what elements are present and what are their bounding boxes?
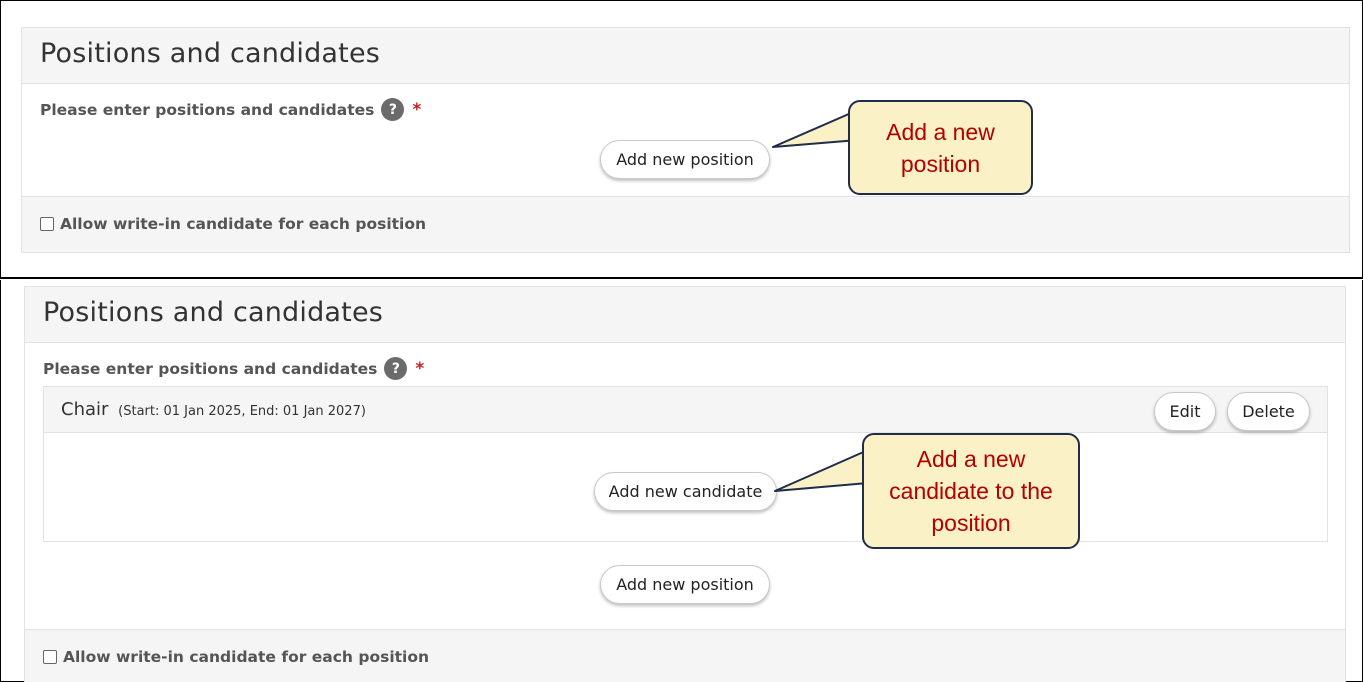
screenshot-with-position: Positions and candidates Please enter po… [0,280,1363,682]
position-card: Chair (Start: 01 Jan 2025, End: 01 Jan 2… [43,386,1328,542]
callout-add-position: Add a new position [848,100,1033,195]
required-marker: * [412,99,422,120]
callout-add-candidate: Add a new candidate to the position [862,433,1080,549]
positions-panel: Positions and candidates Please enter po… [24,286,1346,682]
position-dates: (Start: 01 Jan 2025, End: 01 Jan 2027) [118,404,366,419]
position-name: Chair [61,399,109,420]
help-icon[interactable]: ? [384,357,408,380]
field-label-text: Please enter positions and candidates [43,359,378,378]
help-icon[interactable]: ? [381,98,405,121]
positions-field-label: Please enter positions and candidates ? … [43,357,424,380]
edit-position-button[interactable]: Edit [1154,392,1216,431]
position-title: Chair (Start: 01 Jan 2025, End: 01 Jan 2… [61,399,366,420]
panel-footer: Allow write-in candidate for each positi… [25,629,1345,682]
panel-header: Positions and candidates [22,28,1349,84]
panel-footer: Allow write-in candidate for each positi… [22,196,1349,252]
add-new-position-button[interactable]: Add new position [600,565,770,604]
write-in-checkbox[interactable] [43,650,57,664]
write-in-label: Allow write-in candidate for each positi… [63,648,430,666]
position-header: Chair (Start: 01 Jan 2025, End: 01 Jan 2… [44,387,1327,433]
page-title: Positions and candidates [43,297,384,328]
delete-position-button[interactable]: Delete [1227,392,1310,431]
positions-field-label: Please enter positions and candidates ? … [40,98,421,121]
add-new-candidate-button[interactable]: Add new candidate [594,472,777,511]
write-in-checkbox-row[interactable]: Allow write-in candidate for each positi… [43,648,429,666]
page-title: Positions and candidates [40,38,381,69]
positions-panel: Positions and candidates Please enter po… [21,27,1350,253]
field-label-text: Please enter positions and candidates [40,100,375,119]
required-marker: * [415,358,425,379]
write-in-label: Allow write-in candidate for each positi… [60,215,427,233]
add-new-position-button[interactable]: Add new position [600,140,770,179]
panel-header: Positions and candidates [25,287,1345,343]
screenshot-empty-state: Positions and candidates Please enter po… [0,0,1363,279]
write-in-checkbox[interactable] [40,217,54,231]
write-in-checkbox-row[interactable]: Allow write-in candidate for each positi… [40,215,426,233]
